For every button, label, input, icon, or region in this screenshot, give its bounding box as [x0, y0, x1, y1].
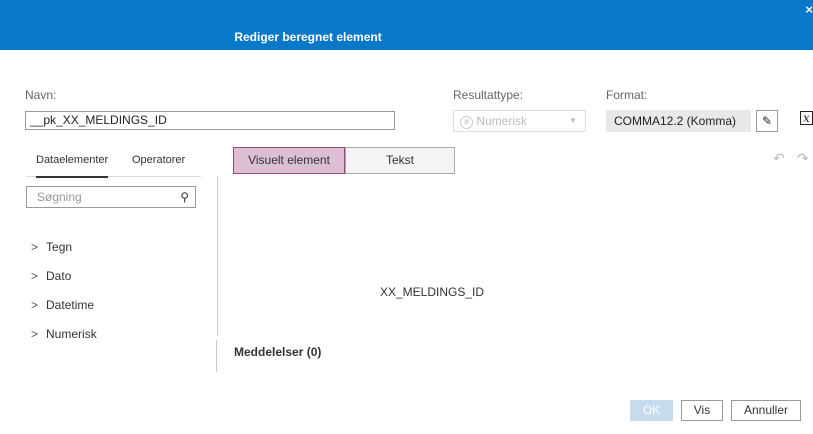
tab-operators[interactable]: Operatorer: [132, 154, 185, 176]
close-icon[interactable]: ×: [805, 2, 813, 17]
view-button[interactable]: Vis: [681, 400, 723, 421]
name-field[interactable]: __pk_XX_MELDINGS_ID: [25, 111, 395, 130]
result-type-label: Resultattype:: [453, 88, 524, 102]
tree-item-label: Numerisk: [46, 327, 97, 341]
dialog-header: Rediger beregnet element ×: [0, 0, 813, 50]
format-value: COMMA12.2 (Komma): [606, 110, 751, 132]
chevron-right-icon: >: [31, 327, 39, 341]
search-placeholder: Søgning: [37, 190, 82, 204]
panel-divider-lower: [216, 340, 217, 372]
name-label: Navn:: [25, 88, 57, 102]
edit-format-button[interactable]: ✎: [756, 110, 778, 132]
left-tabs: Dataelementer Operatorer: [26, 148, 201, 178]
dialog-title: Rediger beregnet element: [234, 30, 382, 44]
format-label: Format:: [606, 88, 648, 102]
chevron-down-icon: ▼: [569, 116, 577, 125]
tree-item-numerisk[interactable]: > Numerisk: [31, 327, 97, 341]
undo-icon[interactable]: ↶: [773, 150, 785, 167]
tree-item-dato[interactable]: > Dato: [31, 269, 71, 283]
tree-item-label: Dato: [46, 269, 72, 283]
result-type-select[interactable]: # Numerisk ▼: [453, 110, 586, 132]
chevron-right-icon: >: [31, 269, 39, 283]
mode-visual-button[interactable]: Visuelt element: [233, 147, 345, 174]
mode-text-button[interactable]: Tekst: [345, 147, 455, 174]
search-icon[interactable]: ⚲: [180, 187, 189, 207]
search-input[interactable]: Søgning ⚲: [26, 186, 196, 208]
tree-item-label: Tegn: [46, 240, 73, 254]
tree-item-label: Datetime: [46, 298, 95, 312]
messages-heading[interactable]: Meddelelser (0): [234, 345, 321, 359]
redo-icon[interactable]: ↷: [797, 150, 809, 167]
tree-item-datetime[interactable]: > Datetime: [31, 298, 94, 312]
chevron-right-icon: >: [31, 298, 39, 312]
chevron-right-icon: >: [31, 240, 39, 254]
panel-divider: [217, 176, 218, 336]
cancel-button[interactable]: Annuller: [731, 400, 801, 421]
function-icon[interactable]: x: [800, 111, 813, 125]
result-type-value: Numerisk: [476, 114, 528, 128]
tree-item-tegn[interactable]: > Tegn: [31, 240, 72, 254]
ok-button[interactable]: OK: [630, 400, 673, 421]
hash-icon: #: [460, 116, 473, 129]
pencil-icon: ✎: [761, 114, 773, 128]
tab-data-items[interactable]: Dataelementer: [36, 154, 109, 178]
expression-element[interactable]: XX_MELDINGS_ID: [380, 285, 484, 299]
